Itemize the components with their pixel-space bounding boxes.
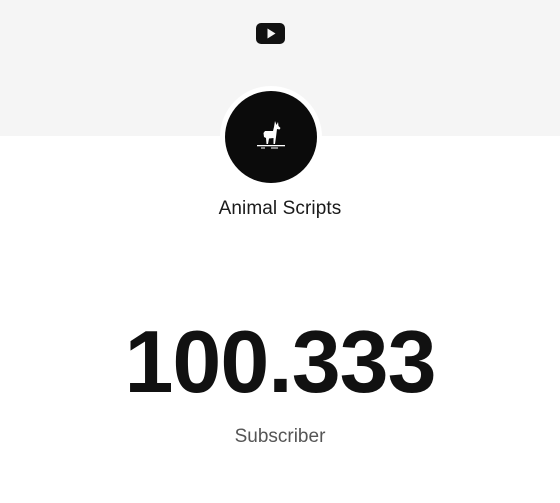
subscriber-label: Subscriber xyxy=(234,426,326,447)
channel-avatar[interactable] xyxy=(225,91,317,183)
youtube-play-icon[interactable] xyxy=(256,23,285,44)
llama-icon xyxy=(251,117,291,157)
subscriber-count: 100.333 xyxy=(124,312,436,411)
channel-name[interactable]: Animal Scripts xyxy=(0,198,560,220)
